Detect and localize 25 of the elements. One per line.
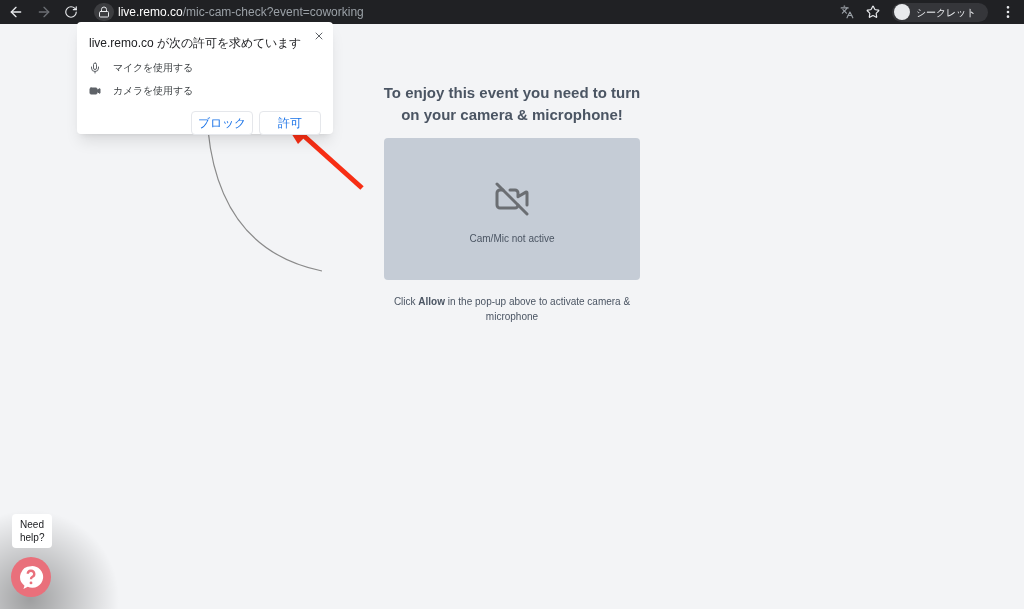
back-icon[interactable] [8,4,24,20]
url-path: /mic-cam-check?event=coworking [182,4,364,21]
status-text: Cam/Mic not active [469,231,555,246]
heading: To enjoy this event you need to turn on your camera & microphone! [382,83,642,125]
camera-off-icon [494,180,530,217]
url-host: live.remo.co [118,4,183,21]
camera-icon [89,84,101,97]
microphone-icon [89,61,101,74]
permission-label: カメラを使用する [113,84,193,98]
help-button[interactable] [11,557,51,597]
incognito-chip[interactable]: シークレット [892,2,988,22]
permission-label: マイクを使用する [113,61,193,75]
popup-title: live.remo.co が次の許可を求めています [89,35,303,52]
lock-icon [94,3,114,21]
block-button[interactable]: ブロック [191,111,253,135]
forward-icon[interactable] [36,4,52,20]
instruction-text: Click Allow in the pop-up above to activate camera & microphone [392,295,632,324]
bookmark-star-icon[interactable] [866,5,880,19]
help-tooltip: Need help? [12,514,52,548]
allow-button[interactable]: 許可 [259,111,321,135]
address-bar[interactable]: live.remo.co/mic-cam-check?event=coworking [94,3,364,21]
close-icon[interactable] [313,30,325,42]
translate-icon[interactable] [840,5,854,19]
question-bubble-icon [18,564,44,590]
reload-icon[interactable] [64,5,78,19]
